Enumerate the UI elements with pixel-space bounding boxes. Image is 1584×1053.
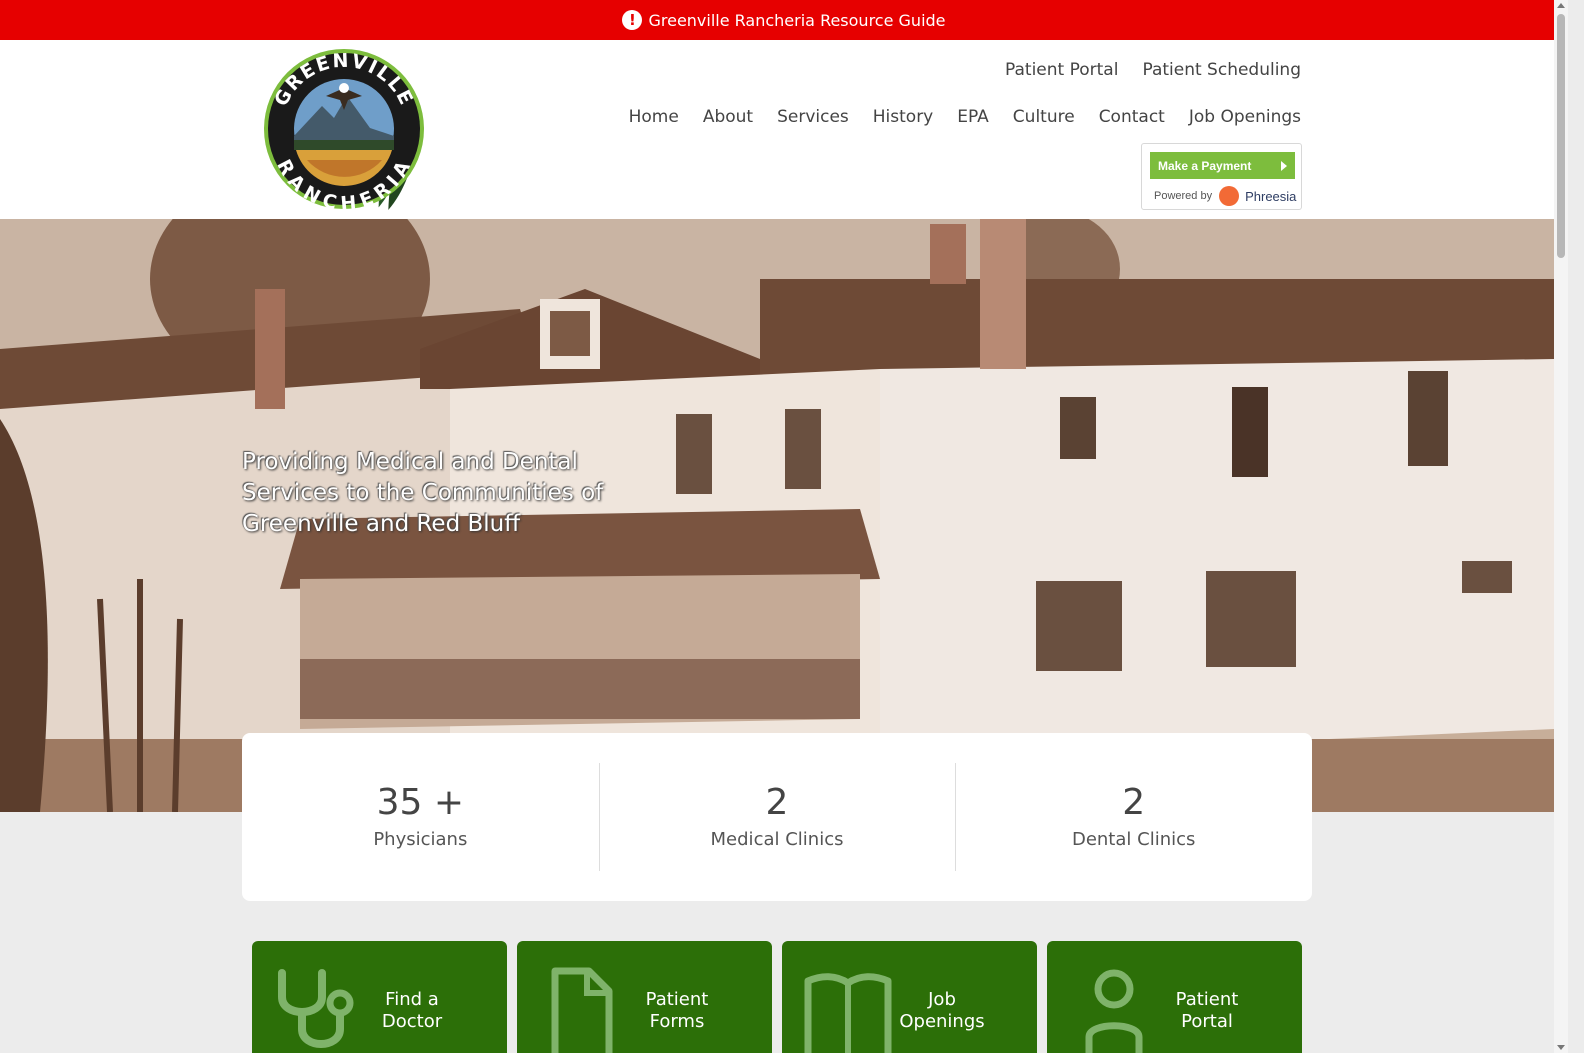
- alert-text[interactable]: Greenville Rancheria Resource Guide: [648, 11, 945, 30]
- stat-label: Physicians: [373, 829, 468, 850]
- book-icon: [804, 973, 892, 1053]
- site-logo[interactable]: GREENVILLE RANCHERIA: [252, 48, 442, 215]
- tile-patient-forms[interactable]: Patient Forms: [517, 941, 772, 1053]
- powered-by: Powered by Phreesia: [1154, 186, 1296, 206]
- phreesia-logo-icon: [1219, 186, 1240, 206]
- tile-job-openings[interactable]: Job Openings: [782, 941, 1037, 1053]
- hero-banner: Providing Medical and Dental Services to…: [0, 219, 1554, 812]
- tile-patient-portal[interactable]: Patient Portal: [1047, 941, 1302, 1053]
- stats-card: 35 + Physicians 2 Medical Clinics 2 Dent…: [242, 733, 1312, 901]
- nav-job-openings[interactable]: Job Openings: [1189, 107, 1301, 127]
- nav-contact[interactable]: Contact: [1099, 107, 1165, 127]
- alert-bar[interactable]: ! Greenville Rancheria Resource Guide: [0, 0, 1568, 40]
- nav-home[interactable]: Home: [629, 107, 679, 127]
- scrollbar-thumb[interactable]: [1557, 14, 1565, 258]
- stat-value: 2: [1122, 782, 1146, 823]
- tile-find-a-doctor[interactable]: Find a Doctor: [252, 941, 507, 1053]
- user-icon: [1085, 969, 1143, 1053]
- play-arrow-icon: [1281, 161, 1287, 171]
- scroll-up-icon[interactable]: [1557, 3, 1565, 8]
- quick-links: Find a Doctor Patient Forms Job Openings…: [252, 941, 1302, 1053]
- stat-medical-clinics: 2 Medical Clinics: [598, 733, 956, 901]
- tile-label: Patient Forms: [645, 989, 709, 1032]
- stat-label: Dental Clinics: [1071, 829, 1196, 850]
- phreesia-name: Phreesia: [1245, 188, 1297, 204]
- patient-portal-link[interactable]: Patient Portal: [1005, 60, 1118, 80]
- patient-scheduling-link[interactable]: Patient Scheduling: [1142, 60, 1301, 80]
- stat-physicians: 35 + Physicians: [242, 733, 599, 901]
- nav-services[interactable]: Services: [777, 107, 849, 127]
- main-nav: Home About Services History EPA Culture …: [629, 107, 1301, 127]
- nav-epa[interactable]: EPA: [957, 107, 989, 127]
- make-payment-button[interactable]: Make a Payment: [1150, 152, 1295, 179]
- exclamation-icon: !: [622, 10, 643, 30]
- make-payment-label: Make a Payment: [1158, 158, 1252, 173]
- scroll-down-icon[interactable]: [1557, 1045, 1565, 1050]
- utility-links: Patient Portal Patient Scheduling: [1005, 60, 1301, 80]
- nav-culture[interactable]: Culture: [1013, 107, 1075, 127]
- page-scrollbar[interactable]: [1554, 0, 1568, 1053]
- tile-label: Patient Portal: [1175, 989, 1239, 1032]
- stat-label: Medical Clinics: [710, 829, 844, 850]
- payment-widget: Make a Payment Powered by Phreesia: [1141, 143, 1302, 210]
- document-icon: [551, 967, 613, 1053]
- stat-value: 35 +: [376, 782, 465, 823]
- stat-value: 2: [765, 782, 789, 823]
- powered-by-label: Powered by: [1154, 190, 1213, 202]
- nav-about[interactable]: About: [703, 107, 753, 127]
- tile-label: Find a Doctor: [381, 989, 443, 1032]
- tile-label: Job Openings: [899, 989, 985, 1032]
- nav-history[interactable]: History: [873, 107, 933, 127]
- stethoscope-icon: [278, 969, 354, 1048]
- stat-dental-clinics: 2 Dental Clinics: [955, 733, 1312, 901]
- hero-tagline: Providing Medical and Dental Services to…: [242, 449, 604, 537]
- hero-photo: [0, 219, 1554, 812]
- site-header: GREENVILLE RANCHERIA Patient Portal Pati…: [0, 40, 1568, 219]
